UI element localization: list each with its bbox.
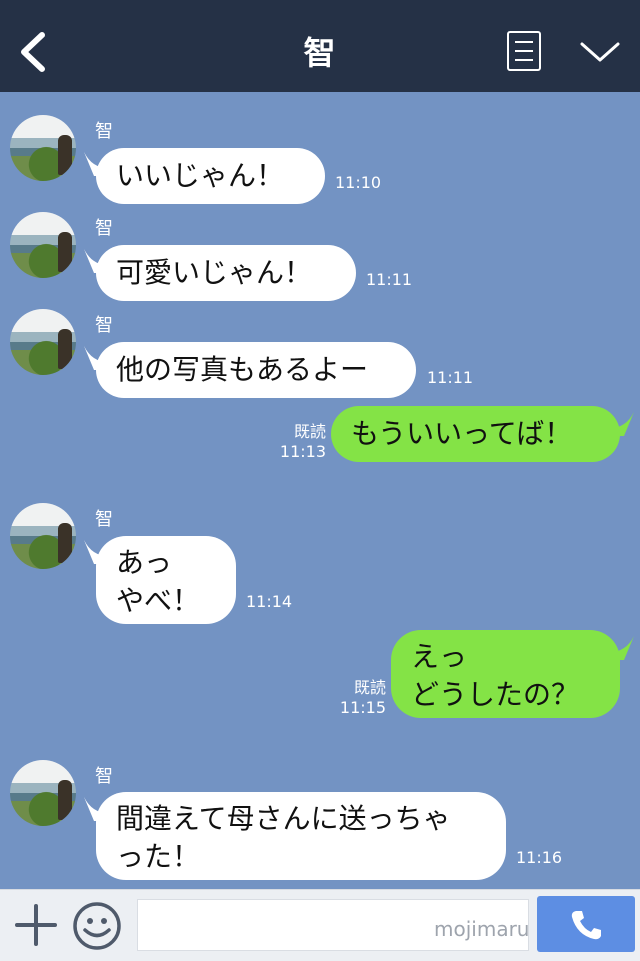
message-time: 11:14	[246, 592, 293, 611]
avatar[interactable]	[10, 503, 76, 569]
call-button[interactable]	[537, 896, 635, 952]
chat-area[interactable]: 智 いいじゃん！ 11:10 智 可愛いじゃん！ 11:11 智 他の写真もある…	[0, 92, 640, 889]
sender-name: 智	[95, 766, 113, 787]
message-bubble[interactable]: 間違えて母さんに送っちゃ った！	[96, 792, 506, 880]
avatar[interactable]	[10, 212, 76, 278]
input-bar: mojimaru	[0, 889, 640, 961]
bubble-tail	[610, 636, 634, 660]
sender-name: 智	[95, 218, 113, 239]
read-receipt: 既読 11:15	[330, 678, 386, 718]
message-bubble[interactable]: 可愛いじゃん！	[96, 245, 356, 301]
message-text: 間違えて母さんに送っちゃ った！	[116, 802, 451, 873]
avatar[interactable]	[10, 760, 76, 826]
message-bubble[interactable]: もういいってば！	[331, 406, 620, 462]
bubble-tail	[610, 412, 634, 436]
avatar[interactable]	[10, 115, 76, 181]
message-time: 11:10	[335, 173, 382, 192]
sender-name: 智	[95, 121, 113, 142]
phone-icon	[571, 911, 601, 940]
chat-title: 智	[303, 34, 337, 72]
read-receipt: 既読 11:13	[270, 422, 326, 462]
message-bubble[interactable]: えっ どうしたの？	[391, 630, 620, 718]
sender-name: 智	[95, 315, 113, 336]
message-time: 11:13	[279, 442, 326, 461]
read-label: 既読	[293, 422, 326, 441]
menu-list-icon[interactable]	[507, 31, 541, 71]
message-text: いいじゃん！	[116, 159, 285, 192]
message-text: あっ やべ！	[116, 546, 201, 617]
chat-header: 智	[0, 0, 640, 92]
message-time: 11:16	[516, 848, 563, 867]
avatar[interactable]	[10, 309, 76, 375]
sender-name: 智	[95, 509, 113, 530]
chevron-down-icon[interactable]	[579, 38, 621, 66]
message-time: 11:15	[339, 698, 386, 717]
message-text: 可愛いじゃん！	[116, 256, 313, 289]
message-time: 11:11	[427, 368, 474, 387]
message-text: もういいってば！	[351, 417, 573, 450]
plus-icon[interactable]	[15, 904, 57, 946]
read-label: 既読	[353, 678, 386, 697]
message-bubble[interactable]: いいじゃん！	[96, 148, 325, 204]
message-text: 他の写真もあるよー	[116, 353, 369, 386]
message-text: えっ どうしたの？	[411, 640, 580, 711]
message-bubble[interactable]: あっ やべ！	[96, 536, 236, 624]
watermark: mojimaru	[434, 917, 530, 941]
smiley-icon[interactable]	[72, 901, 122, 951]
message-bubble[interactable]: 他の写真もあるよー	[96, 342, 416, 398]
message-time: 11:11	[366, 270, 413, 289]
